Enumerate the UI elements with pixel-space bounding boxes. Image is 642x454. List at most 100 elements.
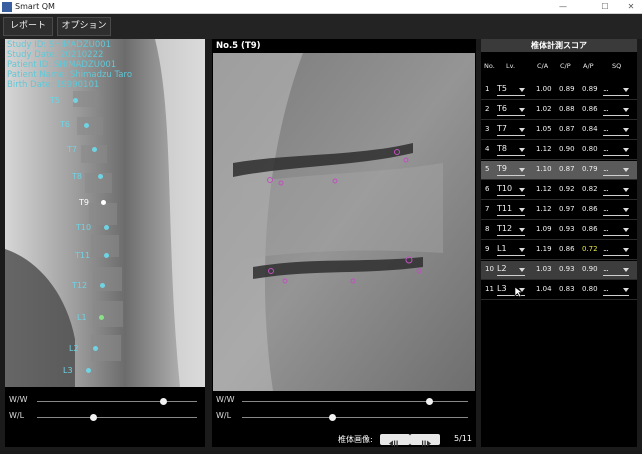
ap-value: 0.86	[582, 205, 598, 213]
cp-value: 0.93	[559, 265, 575, 273]
level-value: L3	[497, 284, 507, 293]
score-table-row[interactable]: 5 T9 1.10 0.87 0.79...	[481, 161, 637, 180]
sq-grade-dropdown[interactable]: ...	[603, 144, 629, 156]
row-number: 7	[485, 205, 490, 213]
ww-slider-handle[interactable]	[159, 398, 167, 405]
vertebra-label[interactable]: T7	[67, 145, 77, 154]
wl-slider-track[interactable]	[242, 417, 468, 418]
sq-grade-dropdown[interactable]: ...	[603, 124, 629, 136]
row-number: 4	[485, 145, 490, 153]
sq-grade-dropdown[interactable]: ...	[603, 204, 629, 216]
score-table-row[interactable]: 10 L2 1.03 0.93 0.90...	[481, 261, 637, 280]
vertebra-label[interactable]: T6	[60, 120, 70, 129]
options-button[interactable]: オプション	[57, 17, 111, 36]
next-vertebra-button[interactable]	[410, 434, 440, 447]
previous-vertebra-button[interactable]	[380, 434, 410, 447]
vertebra-dot[interactable]	[73, 98, 78, 103]
ap-value: 0.84	[582, 125, 598, 133]
maximize-button[interactable]: ☐	[594, 0, 616, 14]
vertebra-dot[interactable]	[104, 253, 109, 258]
lateral-xray-image[interactable]	[5, 39, 205, 387]
wl-label: W/L	[216, 411, 232, 420]
vertebra-label[interactable]: L3	[63, 366, 73, 375]
chevron-down-icon	[519, 268, 525, 272]
sq-grade-dropdown[interactable]: ...	[603, 224, 629, 236]
level-dropdown[interactable]: T5	[497, 84, 525, 96]
vertebra-dot[interactable]	[98, 174, 103, 179]
window-title: Smart QM	[15, 2, 55, 11]
score-table-row[interactable]: 6 T10 1.12 0.92 0.82...	[481, 181, 637, 200]
level-value: L2	[497, 264, 507, 273]
cp-value: 0.97	[559, 205, 575, 213]
level-dropdown[interactable]: L1	[497, 244, 525, 256]
level-value: T8	[497, 144, 507, 153]
vertebra-label[interactable]: T8	[72, 172, 82, 181]
sq-grade-dropdown[interactable]: ...	[603, 244, 629, 256]
level-value: T10	[497, 184, 513, 193]
level-dropdown[interactable]: L2	[497, 264, 525, 276]
score-table-row[interactable]: 11 L3 1.04 0.83 0.80...	[481, 281, 637, 300]
score-table-row[interactable]: 4 T8 1.12 0.90 0.80...	[481, 141, 637, 160]
sq-grade-value: ...	[603, 144, 609, 153]
step-back-icon	[389, 440, 398, 447]
vertebra-dot[interactable]	[104, 225, 109, 230]
level-dropdown[interactable]: T7	[497, 124, 525, 136]
sq-grade-dropdown[interactable]: ...	[603, 164, 629, 176]
level-value: T5	[497, 84, 507, 93]
vertebra-label[interactable]: T11	[75, 251, 90, 260]
vertebra-dot[interactable]	[93, 346, 98, 351]
level-dropdown[interactable]: T10	[497, 184, 525, 196]
row-number: 6	[485, 185, 490, 193]
row-number: 8	[485, 225, 490, 233]
vertebra-dot[interactable]	[86, 368, 91, 373]
level-dropdown[interactable]: T6	[497, 104, 525, 116]
ww-slider-handle[interactable]	[426, 398, 434, 405]
level-dropdown[interactable]: T11	[497, 204, 525, 216]
sq-grade-dropdown[interactable]: ...	[603, 104, 629, 116]
chevron-down-icon	[519, 228, 525, 232]
vertebra-dot[interactable]	[92, 147, 97, 152]
score-table-row[interactable]: 7 T11 1.12 0.97 0.86...	[481, 201, 637, 220]
mouse-cursor-icon	[514, 286, 523, 298]
wl-slider-handle[interactable]	[89, 414, 97, 421]
level-dropdown[interactable]: T8	[497, 144, 525, 156]
sq-grade-dropdown[interactable]: ...	[603, 284, 629, 296]
level-dropdown[interactable]: T9	[497, 164, 525, 176]
chevron-down-icon	[519, 108, 525, 112]
sq-grade-dropdown[interactable]: ...	[603, 264, 629, 276]
vertebra-label[interactable]: T12	[72, 281, 87, 290]
report-button[interactable]: レポート	[3, 17, 53, 36]
vertebra-label[interactable]: L1	[77, 313, 87, 322]
score-table-row[interactable]: 2 T6 1.02 0.88 0.86...	[481, 101, 637, 120]
minimize-button[interactable]: —	[552, 0, 574, 14]
vertebra-closeup-image[interactable]	[213, 53, 475, 391]
ca-value: 1.12	[536, 185, 552, 193]
score-table-row[interactable]: 1 T5 1.00 0.89 0.89...	[481, 81, 637, 100]
ww-slider-track[interactable]	[242, 401, 468, 402]
score-table-row[interactable]: 8 T12 1.09 0.93 0.86...	[481, 221, 637, 240]
level-value: T6	[497, 104, 507, 113]
vertebra-label[interactable]: T10	[76, 223, 91, 232]
wl-slider-handle[interactable]	[328, 414, 336, 421]
vertebra-dot[interactable]	[99, 315, 104, 320]
sq-grade-dropdown[interactable]: ...	[603, 84, 629, 96]
score-table-row[interactable]: 9 L1 1.19 0.86 0.72...	[481, 241, 637, 260]
cp-value: 0.90	[559, 145, 575, 153]
chevron-down-icon	[623, 88, 629, 92]
vertebra-label-selected[interactable]: T9	[79, 198, 89, 207]
ca-value: 1.10	[536, 165, 552, 173]
vertebra-dot[interactable]	[84, 123, 89, 128]
vertebra-dot[interactable]	[100, 283, 105, 288]
score-table-row[interactable]: 3 T7 1.05 0.87 0.84...	[481, 121, 637, 140]
wl-slider-track[interactable]	[37, 417, 197, 418]
ap-value: 0.80	[582, 145, 598, 153]
vertebra-label[interactable]: T5	[50, 96, 60, 105]
close-button[interactable]: ✕	[620, 0, 642, 14]
sq-grade-dropdown[interactable]: ...	[603, 184, 629, 196]
ww-slider-track[interactable]	[37, 401, 197, 402]
ca-value: 1.03	[536, 265, 552, 273]
level-dropdown[interactable]: T12	[497, 224, 525, 236]
vertebra-label[interactable]: L2	[69, 344, 79, 353]
sq-grade-value: ...	[603, 184, 609, 193]
vertebra-dot-selected[interactable]	[101, 200, 106, 205]
